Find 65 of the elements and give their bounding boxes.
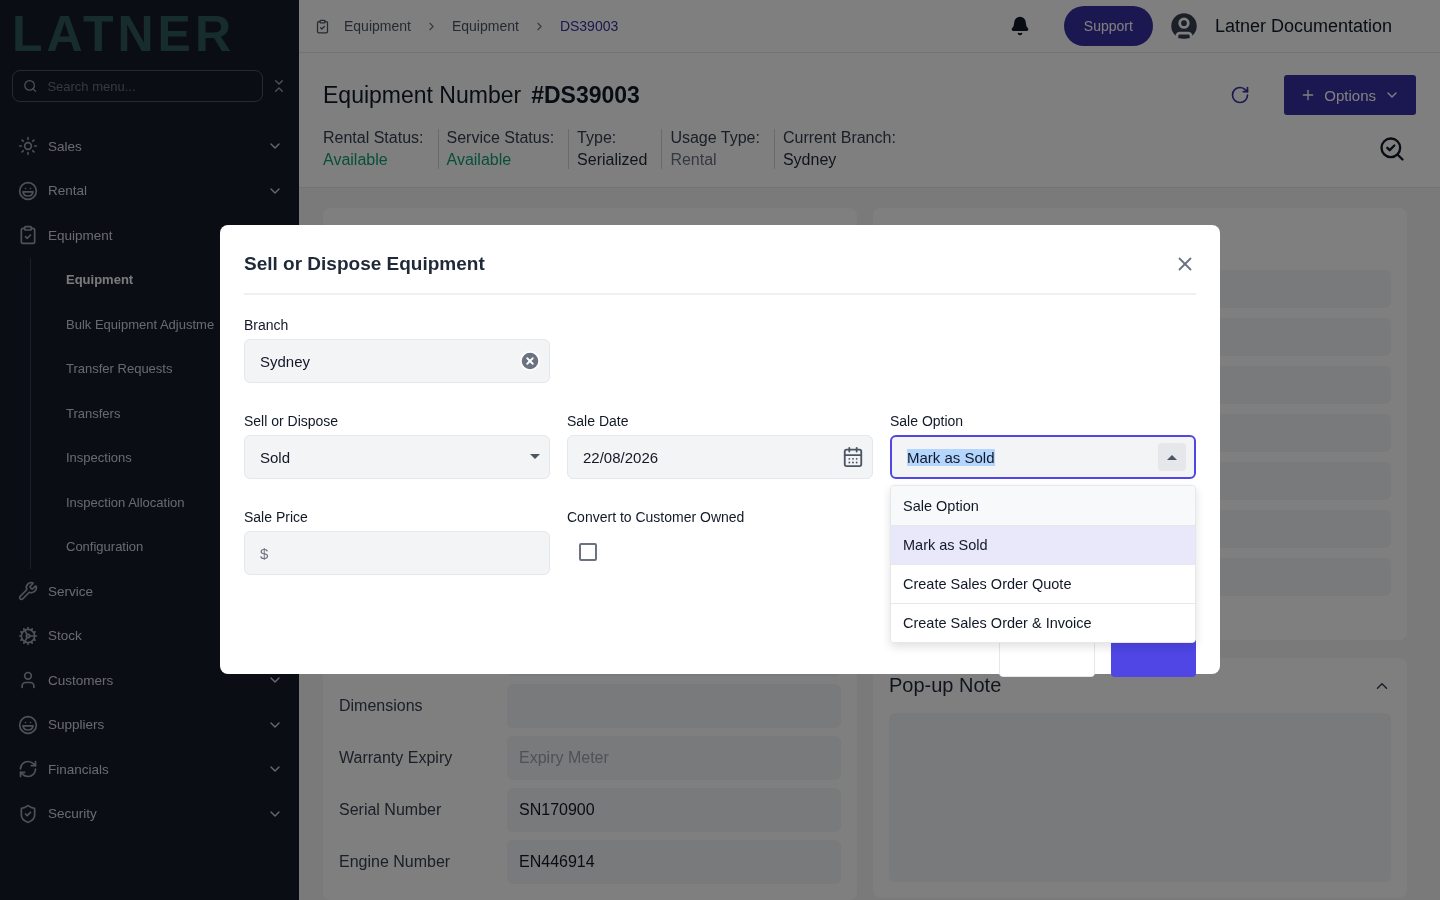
support-button[interactable]: Support [1063, 6, 1153, 46]
field-label: Engine Number [339, 853, 452, 871]
caret-icon [529, 453, 541, 461]
shield-icon [18, 803, 38, 824]
search-icon [23, 78, 38, 94]
status-label: Usage Type: [670, 129, 760, 147]
field-label: Sell or Dispose [244, 413, 340, 429]
calendar-icon[interactable] [842, 446, 864, 468]
select-field[interactable]: Mark as Sold [890, 435, 1196, 479]
field-label: Warranty Expiry [339, 749, 454, 767]
sidebar-item[interactable]: Customers [12, 658, 287, 703]
clipboard-check-icon [18, 225, 38, 246]
equipment-number: #DS39003 [531, 81, 640, 109]
field-label: Convert to Customer Owned [567, 509, 746, 525]
smiley-icon [18, 714, 38, 735]
dropdown-option[interactable]: Mark as Sold [891, 525, 1195, 564]
status-value: Sydney [782, 151, 838, 169]
page-title: Equipment Number [323, 81, 522, 109]
breadcrumb-link[interactable]: DS39003 [559, 18, 619, 34]
smiley-icon [18, 180, 38, 201]
field-label: Sale Option [890, 413, 965, 429]
card-title: Pop-up Note [889, 674, 1002, 697]
sidebar-item[interactable]: Stock [12, 613, 287, 658]
sidebar-item[interactable]: Financials [12, 747, 287, 792]
cog-icon [18, 625, 38, 646]
wrench-icon [18, 581, 38, 602]
date-field[interactable]: 22/08/2026 [567, 435, 873, 479]
user-icon [18, 670, 38, 691]
sidebar-item[interactable]: Suppliers [12, 702, 287, 747]
status-value: Available [446, 151, 513, 169]
sun-icon [18, 136, 38, 157]
breadcrumb-link[interactable]: Equipment [344, 18, 411, 34]
breadcrumb-link[interactable]: Equipment [451, 18, 519, 34]
bell-icon[interactable] [1009, 16, 1030, 36]
search-check-icon[interactable] [1378, 135, 1406, 163]
options-button[interactable]: Options [1284, 75, 1416, 115]
clear-icon[interactable] [519, 350, 541, 372]
select-field[interactable]: Sold [244, 435, 550, 479]
field-label: Dimensions [339, 697, 424, 715]
field-label: Sale Price [244, 509, 309, 525]
user-name: Latner Documentation [1214, 15, 1392, 37]
status-value: Serialized [577, 151, 648, 169]
status-label: Current Branch: [782, 129, 896, 147]
sidebar-item[interactable]: Security [12, 791, 287, 836]
status-value: Rental [670, 151, 718, 169]
status-label: Rental Status: [323, 129, 424, 147]
dropdown-option[interactable]: Create Sales Order Quote [891, 564, 1195, 603]
checkbox[interactable] [579, 543, 597, 561]
branch-field[interactable]: Sydney [244, 339, 550, 383]
sidebar-item[interactable]: Rental [12, 168, 287, 213]
clipboard-check-icon [315, 18, 330, 34]
caret-icon[interactable] [1158, 443, 1186, 471]
dropdown-option[interactable]: Create Sales Order & Invoice [891, 603, 1195, 642]
field-label: Serial Number [339, 801, 443, 819]
price-field[interactable]: $ [244, 531, 550, 575]
status-value: Available [323, 151, 389, 169]
dropdown-option[interactable]: Sale Option [891, 486, 1195, 525]
status-label: Type: [577, 129, 618, 147]
input-field[interactable]: SN170900 [507, 788, 841, 832]
field-label: Sale Date [567, 413, 630, 429]
refresh-icon[interactable] [1230, 85, 1251, 105]
status-label: Service Status: [446, 129, 555, 147]
sidebar-item[interactable]: Sales [12, 124, 287, 169]
input-field[interactable]: EN446914 [507, 840, 841, 884]
field-label: Branch [244, 317, 290, 333]
